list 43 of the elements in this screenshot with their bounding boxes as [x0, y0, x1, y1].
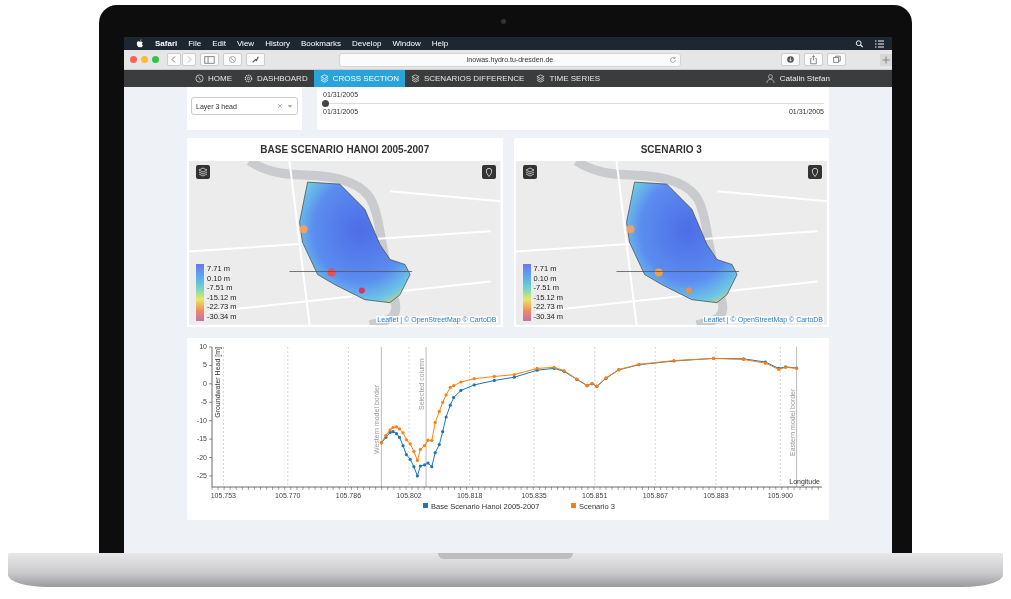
time-slider[interactable]: [323, 100, 824, 107]
map-title: SCENARIO 3: [639, 143, 703, 158]
tabs-button[interactable]: [827, 53, 846, 66]
layers-button[interactable]: [196, 165, 210, 180]
globe-icon: [195, 74, 204, 83]
close-button[interactable]: [130, 56, 137, 63]
list-icon[interactable]: [875, 39, 884, 48]
color-scale-bar: [522, 264, 531, 321]
clear-icon[interactable]: [277, 103, 283, 109]
layers-icon: [319, 74, 329, 83]
caret-icon: [287, 103, 293, 109]
layers-icon: [410, 74, 420, 83]
menu-item[interactable]: History: [265, 39, 290, 48]
menu-item[interactable]: Bookmarks: [301, 39, 342, 48]
menu-item[interactable]: Help: [431, 39, 449, 48]
location-pin-button[interactable]: [808, 165, 822, 180]
menu-item[interactable]: Edit: [212, 39, 226, 48]
menu-item[interactable]: Window: [392, 39, 421, 48]
gear-icon: [244, 74, 253, 83]
apple-logo-icon[interactable]: [136, 38, 144, 49]
map-title: BASE SCENARIO HANOI 2005-2007: [259, 143, 431, 158]
menu-item[interactable]: File: [188, 39, 202, 48]
slider-thumb[interactable]: [322, 100, 329, 107]
color-scale-bar: [196, 264, 204, 321]
sidebar-button[interactable]: [200, 53, 219, 66]
search-icon[interactable]: [855, 39, 864, 48]
menu-item[interactable]: Develop: [352, 39, 382, 48]
user-icon: [765, 74, 775, 83]
download-button[interactable]: [781, 53, 800, 66]
reload-icon[interactable]: [669, 55, 677, 64]
extension-icon[interactable]: [246, 53, 265, 66]
menu-item[interactable]: View: [236, 39, 255, 48]
layers-icon: [536, 74, 546, 83]
new-tab-button[interactable]: [880, 53, 892, 66]
menu-app-name[interactable]: Safari: [155, 39, 178, 48]
back-button[interactable]: [167, 53, 181, 66]
camera-icon: [501, 19, 506, 24]
nav-tab[interactable]: HOME: [189, 70, 238, 87]
zoom-button[interactable]: [152, 56, 159, 63]
nav-tab[interactable]: SCENARIOS DIFFERENCE: [404, 70, 531, 87]
user-name[interactable]: Catalin Stefan: [779, 74, 830, 83]
nav-tab[interactable]: TIME SERIES: [530, 70, 607, 87]
nav-tab[interactable]: DASHBOARD: [238, 70, 314, 87]
